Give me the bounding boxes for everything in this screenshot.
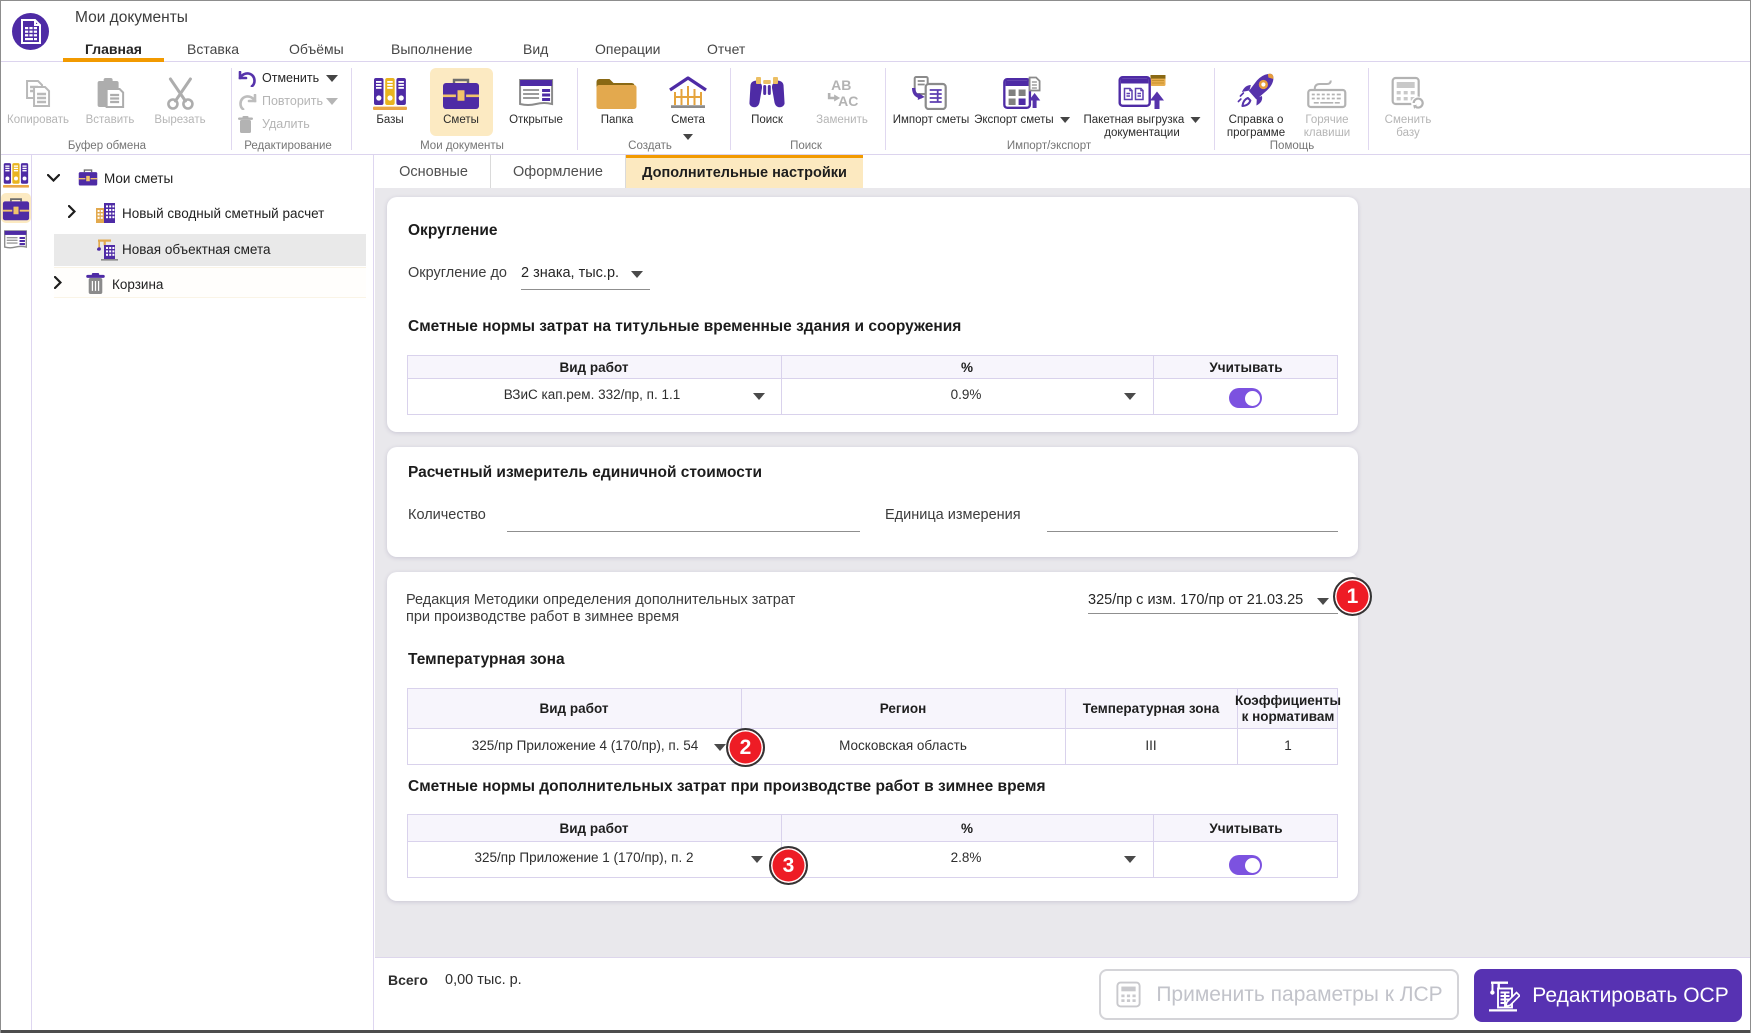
svg-text:AB: AB — [831, 77, 851, 93]
svg-text:AC: AC — [838, 93, 858, 109]
